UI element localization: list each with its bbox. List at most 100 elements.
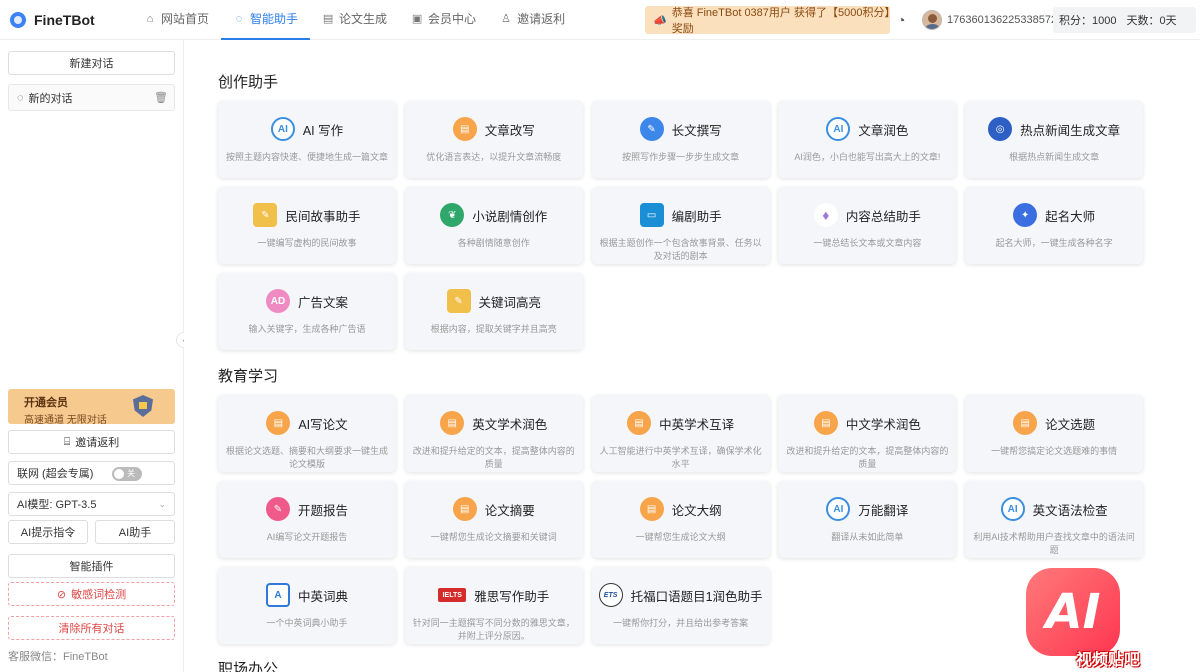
conversation-item[interactable]: ◌ 新的对话 🗑 (8, 84, 175, 111)
tool-card[interactable]: ✎ 关键词高亮 根据内容，提取关键字并且高亮 (404, 273, 583, 350)
card-header: ▤ AI写论文 (218, 411, 396, 435)
points-label: 积分：1000 (1059, 15, 1117, 27)
reward-notice: 📣 恭喜 FineTBot 0387用户 获得了【5000积分】奖励 (645, 6, 890, 35)
gift-icon: ⌸ (63, 435, 71, 448)
watermark-text: 视频贴吧 (1076, 652, 1141, 669)
card-title: AI写论文 (298, 417, 348, 432)
tool-card[interactable]: ▤ AI写论文 根据论文选题、摘要和大纲要求一键生成论文模版 (218, 395, 396, 472)
tool-card[interactable]: ❦ 小说剧情创作 各种剧情随意创作 (404, 187, 583, 264)
bulb-icon: ♦ (813, 203, 838, 227)
network-toggle[interactable]: 关 (112, 467, 142, 481)
card-title: 论文摘要 (484, 503, 535, 518)
ai-prompt-button[interactable]: AI提示指令 (8, 520, 88, 544)
card-description: AI编写论文开题报告 (266, 532, 348, 542)
ad-icon: AD (265, 289, 290, 313)
card-description: 一键帮您生成论文大纲 (635, 532, 726, 542)
tool-card[interactable]: ▤ 论文选题 一键帮您搞定论文选题难的事情 (965, 395, 1144, 472)
ai-icon: AI (826, 497, 851, 521)
tool-card[interactable]: AI 万能翻译翻译从未如此简单 (778, 481, 957, 558)
nav-label: 会员中心 (428, 12, 477, 26)
ai-assistant-button[interactable]: AI助手 (95, 520, 175, 544)
tool-card[interactable]: ▤ 英文学术润色 改进和提升给定的文本，提高整体内容的质量 (404, 395, 583, 472)
tool-card[interactable]: AI AI 写作按照主题内容快速、便捷地生成一篇文章 (218, 101, 396, 178)
card-title: 文章润色 (858, 123, 909, 138)
member-card-icon: ▣ (411, 13, 423, 25)
tool-card[interactable]: ◎ 热点新闻生成文章 根据热点新闻生成文章 (965, 101, 1144, 178)
vip-banner[interactable]: 开通会员 高速通道 无限对话 (8, 389, 175, 426)
vip-subtitle: 高速通道 无限对话 (24, 415, 107, 426)
tool-card[interactable]: ▤ 中文学术润色 改进和提升给定的文本，提高整体内容的质量 (778, 395, 957, 472)
card-description: 一键编写虚构的民间故事 (257, 238, 357, 248)
card-header: A 中英词典 (218, 583, 396, 607)
ielts-icon: IELTS (438, 588, 467, 602)
tool-card[interactable]: ✎ 长文撰写 按照写作步骤一步步生成文章 (591, 101, 770, 178)
nav-label: 邀请返利 (517, 12, 566, 26)
card-header: AI 英文语法检查 (965, 497, 1143, 521)
sensitive-check-button[interactable]: ⊘ 敏感词检测 (8, 582, 175, 606)
tool-card[interactable]: ▤ 论文大纲 一键帮您生成论文大纲 (591, 481, 770, 558)
nav-label: 网站首页 (161, 12, 210, 26)
doc-icon: ▤ (452, 117, 477, 141)
invite-button[interactable]: ⌸ 邀请返利 (8, 430, 175, 454)
plugin-button[interactable]: 智能插件 (8, 554, 175, 578)
pen-icon: ✎ (639, 117, 664, 141)
tool-card[interactable]: AI 文章润色 AI润色，小白也能写出高大上的文章! (778, 101, 957, 178)
tool-card[interactable]: ▤ 文章改写 优化语言表达，以提升文章流畅度 (404, 101, 583, 178)
tool-card[interactable]: ✎ 民间故事助手一键编写虚构的民间故事 (218, 187, 396, 264)
tool-card[interactable]: ✦ 起名大师起名大师，一键生成各种名字 (965, 187, 1144, 264)
network-row: 联网 (超会专属) 关 (8, 461, 175, 485)
tool-card[interactable]: AD 广告文案 输入关键字，生成各种广告语 (218, 273, 396, 350)
card-title: 中英词典 (297, 589, 348, 604)
nav-invite[interactable]: ♙ 邀请返利 (488, 0, 577, 40)
card-title: 小说剧情创作 (472, 209, 548, 224)
network-label: 联网 (超会专属) (17, 468, 94, 480)
card-description: AI润色，小白也能写出高大上的文章! (794, 152, 941, 162)
card-header: ✎ 民间故事助手 (218, 203, 396, 227)
card-description: 一键帮你打分，并且给出参考答案 (613, 618, 749, 628)
card-description: 一键帮您搞定论文选题难的事情 (991, 446, 1118, 456)
avatar[interactable] (922, 10, 942, 30)
tool-card[interactable]: ✎ 开题报告 AI编写论文开题报告 (218, 481, 396, 558)
trash-icon[interactable]: 🗑 (154, 91, 168, 104)
card-title: 雅思写作助手 (474, 589, 550, 604)
card-title: 论文选题 (1045, 417, 1096, 432)
logo[interactable]: FineTBot (10, 11, 130, 28)
tool-card[interactable]: ▭ 编剧助手 根据主题创作一个包含故事背景、任务以及对话的剧本 (591, 187, 770, 264)
card-header: ✦ 起名大师 (965, 203, 1143, 227)
tool-card[interactable]: ▤ 中英学术互译 人工智能进行中英学术互译，确保学术化水平 (591, 395, 770, 472)
card-header: ✎ 长文撰写 (592, 117, 770, 141)
card-description: 翻译从未如此简单 (831, 532, 904, 542)
model-select[interactable]: AI模型: GPT-3.5 ⌄ (8, 492, 175, 516)
tool-card[interactable]: A 中英词典 一个中英词典小助手 (218, 567, 396, 644)
card-description: 起名大师，一键生成各种名字 (995, 238, 1113, 248)
wechat-icon[interactable]: ◔ (897, 12, 915, 28)
tool-card[interactable]: AI 英文语法检查 利用AI技术帮助用户查找文章中的语法问题 (965, 481, 1144, 558)
card-title: 热点新闻生成文章 (1020, 123, 1121, 138)
tool-card[interactable]: ▤ 论文摘要 一键帮您生成论文摘要和关键词 (404, 481, 583, 558)
doc-icon: ▤ (627, 411, 652, 435)
chevron-down-icon: ⌄ (158, 498, 166, 509)
card-header: AI AI 写作 (218, 117, 396, 141)
nav-member[interactable]: ▣ 会员中心 (399, 0, 488, 40)
nav-home[interactable]: ⌂ 网站首页 (132, 0, 221, 40)
ai-icon: AI (270, 117, 295, 141)
tool-card[interactable]: IELTS 雅思写作助手 针对同一主题撰写不同分数的雅思文章，并附上评分原因。 (404, 567, 583, 644)
story-icon: ✎ (253, 203, 278, 227)
tool-card[interactable]: ♦ 内容总结助手 一键总结长文本或文章内容 (778, 187, 957, 264)
card-title: 英文语法检查 (1032, 503, 1108, 518)
card-header: ▤ 中文学术润色 (778, 411, 956, 435)
doc-icon: ▤ (440, 411, 465, 435)
tool-card[interactable]: ETS 托福口语题目1润色助手 一键帮你打分，并且给出参考答案 (591, 567, 770, 644)
card-description: 根据热点新闻生成文章 (1009, 152, 1100, 162)
card-title: 中文学术润色 (845, 417, 921, 432)
card-description: 一键帮您生成论文摘要和关键词 (430, 532, 557, 542)
card-description: 按照主题内容快速、便捷地生成一篇文章 (226, 152, 389, 162)
nav-assistant[interactable]: ◌ 智能助手 (221, 0, 311, 40)
nav-label: 智能助手 (250, 12, 299, 26)
new-chat-button[interactable]: 新建对话 (8, 51, 175, 75)
doc-icon: ▤ (266, 411, 291, 435)
clear-all-button[interactable]: 清除所有对话 (8, 616, 175, 640)
logo-icon (10, 11, 26, 28)
card-header: AI 万能翻译 (778, 497, 956, 521)
nav-paper[interactable]: ▤ 论文生成 (310, 0, 399, 40)
